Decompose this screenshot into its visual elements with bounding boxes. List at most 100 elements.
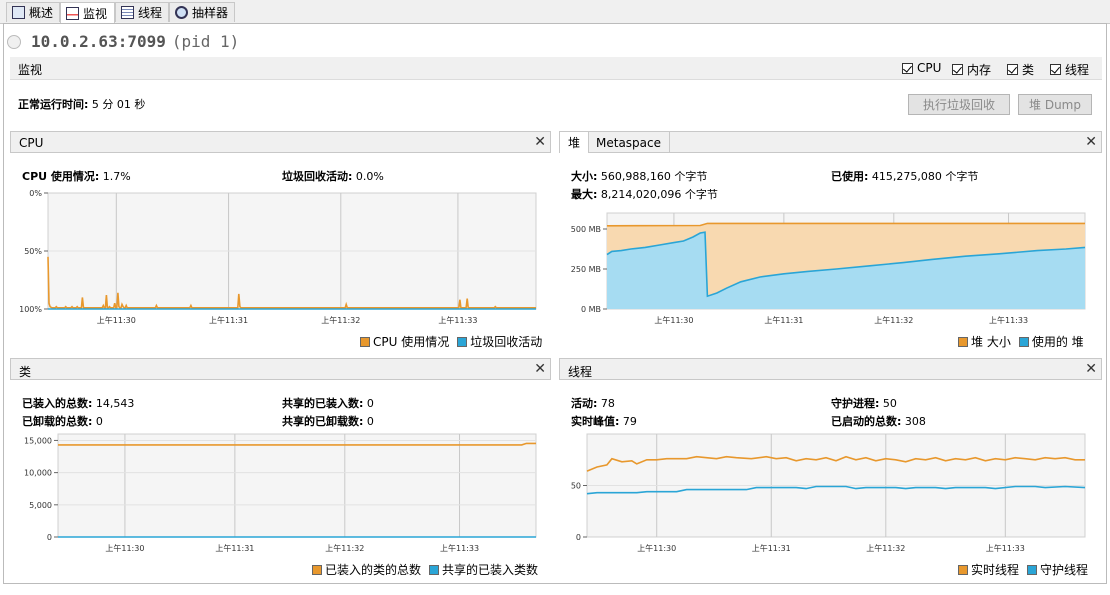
- threads-live-label: 活动:: [571, 397, 598, 410]
- uptime-value: 5 分 01 秒: [91, 98, 146, 111]
- threads-peak-label: 实时峰值:: [571, 415, 620, 428]
- shared-loaded: 共享的已装入数: 0: [282, 395, 374, 411]
- monitor-section-header: 监视 CPU 内存 类 线程: [10, 57, 1102, 80]
- legend-label: 使用的 堆: [1031, 335, 1084, 349]
- shared-loaded-label: 共享的已装入数:: [282, 397, 364, 410]
- uptime: 正常运行时间: 5 分 01 秒: [18, 96, 145, 112]
- classes-loaded: 已装入的总数: 14,543: [22, 395, 134, 411]
- threads-live-value: 78: [600, 397, 615, 410]
- plot-area: [57, 433, 537, 538]
- gc-activity-label: 垃圾回收活动:: [282, 170, 353, 183]
- legend-label: 堆 大小: [971, 335, 1011, 349]
- heap-panel-header: 堆 Metaspace ✕: [559, 131, 1102, 153]
- y-tick-label: 0 MB: [581, 305, 601, 314]
- legend-label: 共享的已装入类数: [442, 563, 539, 577]
- checkbox-label: 线程: [1065, 63, 1090, 77]
- shared-unloaded-label: 共享的已卸载数:: [282, 415, 364, 428]
- cpu-checkbox[interactable]: CPU: [902, 61, 941, 75]
- classes-unloaded-label: 已卸载的总数:: [22, 415, 93, 428]
- tab-label: 监视: [83, 7, 108, 21]
- x-tick-label: 上午11:32: [866, 543, 905, 553]
- cpu-panel-header: CPU ✕: [10, 131, 551, 153]
- tab-bar: 概述 监视 线程 抽样器: [0, 0, 1110, 24]
- close-icon[interactable]: ✕: [534, 134, 546, 150]
- tab-label: 抽样器: [192, 6, 229, 20]
- legend-swatch: [1018, 336, 1029, 347]
- heap-max: 最大: 8,214,020,096 个字节: [571, 186, 718, 202]
- legend-swatch: [429, 564, 440, 575]
- y-tick-label: 100%: [19, 305, 42, 314]
- x-tick-label: 上午11:33: [440, 543, 479, 553]
- legend-label: 守护线程: [1040, 563, 1089, 577]
- checkbox-checked-icon: [952, 64, 963, 75]
- shared-unloaded: 共享的已卸载数: 0: [282, 413, 374, 429]
- heap-used-label: 已使用:: [831, 170, 869, 183]
- tab-metaspace[interactable]: Metaspace: [588, 132, 670, 153]
- tab-sampler[interactable]: 抽样器: [169, 2, 235, 22]
- x-tick-label: 上午11:32: [325, 543, 364, 553]
- checkbox-label: 类: [1022, 63, 1035, 77]
- x-tick-label: 上午11:33: [986, 543, 1025, 553]
- threads-daemon-label: 守护进程:: [831, 397, 880, 410]
- cpu-panel-title: CPU: [19, 136, 44, 150]
- classes-checkbox[interactable]: 类: [1007, 61, 1034, 78]
- x-tick-label: 上午11:33: [989, 315, 1028, 325]
- cpu-usage-label: CPU 使用情况:: [22, 170, 100, 183]
- perform-gc-button[interactable]: 执行垃圾回收: [908, 94, 1010, 115]
- threads-daemon-value: 50: [882, 397, 897, 410]
- legend-swatch: [360, 336, 370, 347]
- y-tick-label: 500 MB: [571, 225, 601, 234]
- tab-heap[interactable]: 堆: [560, 132, 590, 153]
- memory-checkbox[interactable]: 内存: [952, 61, 991, 78]
- tab-overview[interactable]: 概述: [6, 2, 60, 22]
- cpu-usage-value: 1.7%: [102, 170, 131, 183]
- threads-started-label: 已启动的总数:: [831, 415, 902, 428]
- heap-size-value: 560,988,160 个字节: [600, 170, 708, 183]
- x-tick-label: 上午11:30: [654, 315, 693, 325]
- heap-chart: 上午11:30 上午11:31 上午11:32 上午11:33 500 MB 250 MB…: [571, 212, 1086, 325]
- y-tick-label: 0: [576, 533, 581, 542]
- heap-legend: 堆 大小 使用的 堆: [958, 333, 1084, 350]
- heap-dump-button[interactable]: 堆 Dump: [1018, 94, 1092, 115]
- threads-checkbox[interactable]: 线程: [1050, 61, 1089, 78]
- legend-swatch: [1027, 564, 1038, 575]
- close-icon[interactable]: ✕: [1085, 361, 1097, 377]
- y-tick-label: 0%: [29, 189, 42, 198]
- x-tick-label: 上午11:30: [105, 543, 144, 553]
- tab-label: 概述: [29, 6, 54, 20]
- tab-monitor[interactable]: 监视: [60, 2, 115, 24]
- legend-label: 已装入的类的总数: [325, 563, 422, 577]
- gc-activity-value: 0.0%: [355, 170, 384, 183]
- tab-threads[interactable]: 线程: [115, 2, 169, 22]
- classes-chart: 上午11:30 上午11:31 上午11:32 上午11:33 15,000 10,000…: [24, 433, 537, 553]
- threads-peak-value: 79: [622, 415, 637, 428]
- y-tick-label: 5,000: [29, 501, 52, 510]
- threads-live: 活动: 78: [571, 395, 615, 411]
- checkbox-label: CPU: [917, 61, 942, 75]
- checkbox-checked-icon: [902, 62, 913, 74]
- x-tick-label: 上午11:30: [637, 543, 676, 553]
- classes-loaded-label: 已装入的总数:: [22, 397, 93, 410]
- overview-icon: [12, 6, 25, 19]
- close-icon[interactable]: ✕: [534, 361, 546, 377]
- close-icon[interactable]: ✕: [1085, 134, 1097, 150]
- legend-swatch: [958, 336, 968, 347]
- threads-started-value: 308: [904, 415, 926, 428]
- shared-loaded-value: 0: [366, 397, 374, 410]
- monitor-icon: [66, 7, 79, 20]
- heap-size: 大小: 560,988,160 个字节: [571, 168, 707, 184]
- heap-size-label: 大小:: [571, 170, 598, 183]
- threads-started: 已启动的总数: 308: [831, 413, 926, 429]
- threads-chart: 上午11:30 上午11:31 上午11:32 上午11:33 50 0: [571, 433, 1086, 553]
- checkbox-checked-icon: [1007, 64, 1018, 75]
- y-tick-label: 0: [47, 533, 52, 542]
- classes-panel-title: 类: [19, 365, 32, 379]
- classes-panel-header: 类 ✕: [10, 358, 551, 380]
- heap-used: 已使用: 415,275,080 个字节: [831, 168, 978, 184]
- classes-loaded-value: 14,543: [95, 397, 135, 410]
- x-tick-label: 上午11:31: [209, 315, 248, 325]
- uptime-label: 正常运行时间:: [18, 98, 89, 111]
- y-tick-label: 10,000: [24, 469, 52, 478]
- shared-unloaded-value: 0: [366, 415, 374, 428]
- cpu-chart: 上午11:30 上午11:31 上午11:32 上午11:33 100% 50% 0%: [19, 189, 537, 325]
